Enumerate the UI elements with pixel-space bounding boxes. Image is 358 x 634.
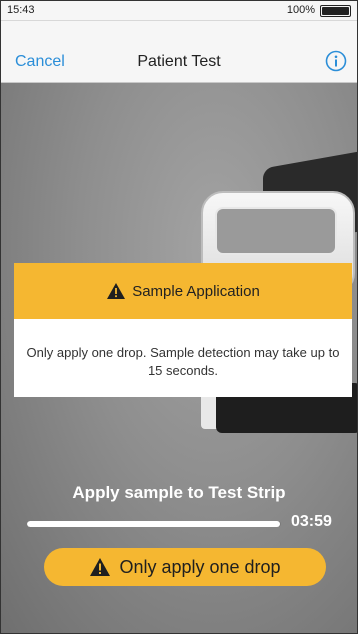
warning-triangle-icon <box>106 282 126 300</box>
info-icon[interactable] <box>325 50 347 72</box>
battery-icon <box>320 5 351 17</box>
page-title: Patient Test <box>137 53 221 70</box>
meter-slot <box>215 207 337 255</box>
one-drop-warning: Only apply one drop <box>44 548 326 586</box>
battery-fill <box>322 7 349 15</box>
dialog-title: Sample Application <box>132 282 260 300</box>
sample-application-dialog: Sample Application Only apply one drop. … <box>14 263 352 397</box>
instruction-text: Apply sample to Test Strip <box>72 483 286 502</box>
navigation-bar: Cancel Patient Test <box>1 21 357 83</box>
status-bar: 15:43 100% <box>1 1 357 21</box>
one-drop-warning-label: Only apply one drop <box>119 556 281 577</box>
countdown-timer: 03:59 <box>291 513 332 530</box>
dialog-message: Only apply one drop. Sample detection ma… <box>26 345 340 378</box>
phone-screen: 15:43 100% Cancel Patient Test Sample Ap… <box>0 0 358 634</box>
status-time: 15:43 <box>7 4 35 16</box>
dialog-header: Sample Application <box>14 263 352 319</box>
battery-percentage: 100% <box>286 4 315 16</box>
countdown-progress-bar <box>27 521 281 527</box>
warning-triangle-icon <box>89 557 111 577</box>
progress-fill <box>27 521 280 527</box>
